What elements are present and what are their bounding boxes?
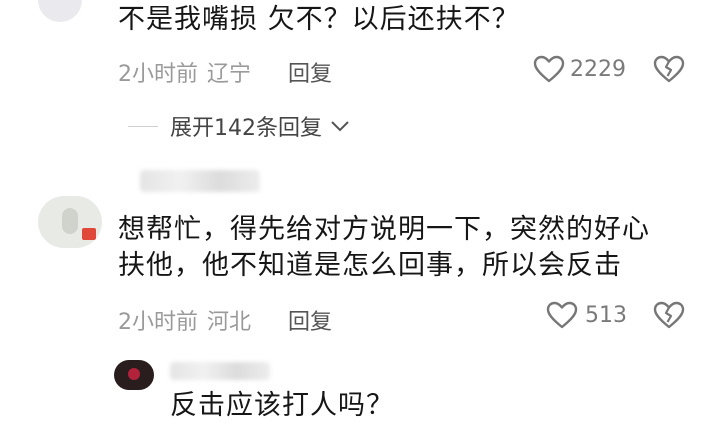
expand-replies-button[interactable]: 展开142条回复 [128,110,350,142]
comment-text-line: 想帮忙，得先给对方说明一下，突然的好心 [118,214,650,245]
broken-heart-icon [652,54,686,84]
avatar[interactable] [38,0,82,22]
expand-replies-label: 展开142条回复 [170,116,322,141]
comment-meta: 2小时前 河北 [118,304,251,336]
comment-location: 辽宁 [207,62,252,87]
comment-text: 不是我嘴损 欠不？以后还扶不？ [118,4,520,35]
reply-text: 反击应该打人吗？ [170,390,394,421]
avatar[interactable] [114,360,154,390]
avatar-accent [128,368,140,380]
heart-outline-icon [545,300,579,330]
expand-divider [128,125,158,127]
comment-time: 2小时前 [118,62,198,87]
dislike-button[interactable] [652,54,686,84]
reply-button[interactable]: 回复 [288,304,332,336]
comment-text-line: 扶他，他不知道是怎么回事，所以会反击 [118,250,622,281]
like-button[interactable]: 2229 [532,54,626,84]
heart-outline-icon [532,54,566,84]
broken-heart-icon [652,300,686,330]
reply-button[interactable]: 回复 [288,56,332,88]
username[interactable] [170,362,270,380]
chevron-down-icon [330,119,350,133]
comment-meta: 2小时前 辽宁 [118,56,251,88]
dislike-button[interactable] [652,300,686,330]
avatar-figure [62,208,78,234]
like-count: 2229 [570,56,626,82]
avatar-badge [82,228,96,240]
username[interactable] [140,170,260,192]
like-button[interactable]: 513 [545,300,627,330]
like-count: 513 [585,302,627,328]
comment-location: 河北 [207,310,252,335]
comment-time: 2小时前 [118,310,198,335]
avatar[interactable] [38,196,102,248]
